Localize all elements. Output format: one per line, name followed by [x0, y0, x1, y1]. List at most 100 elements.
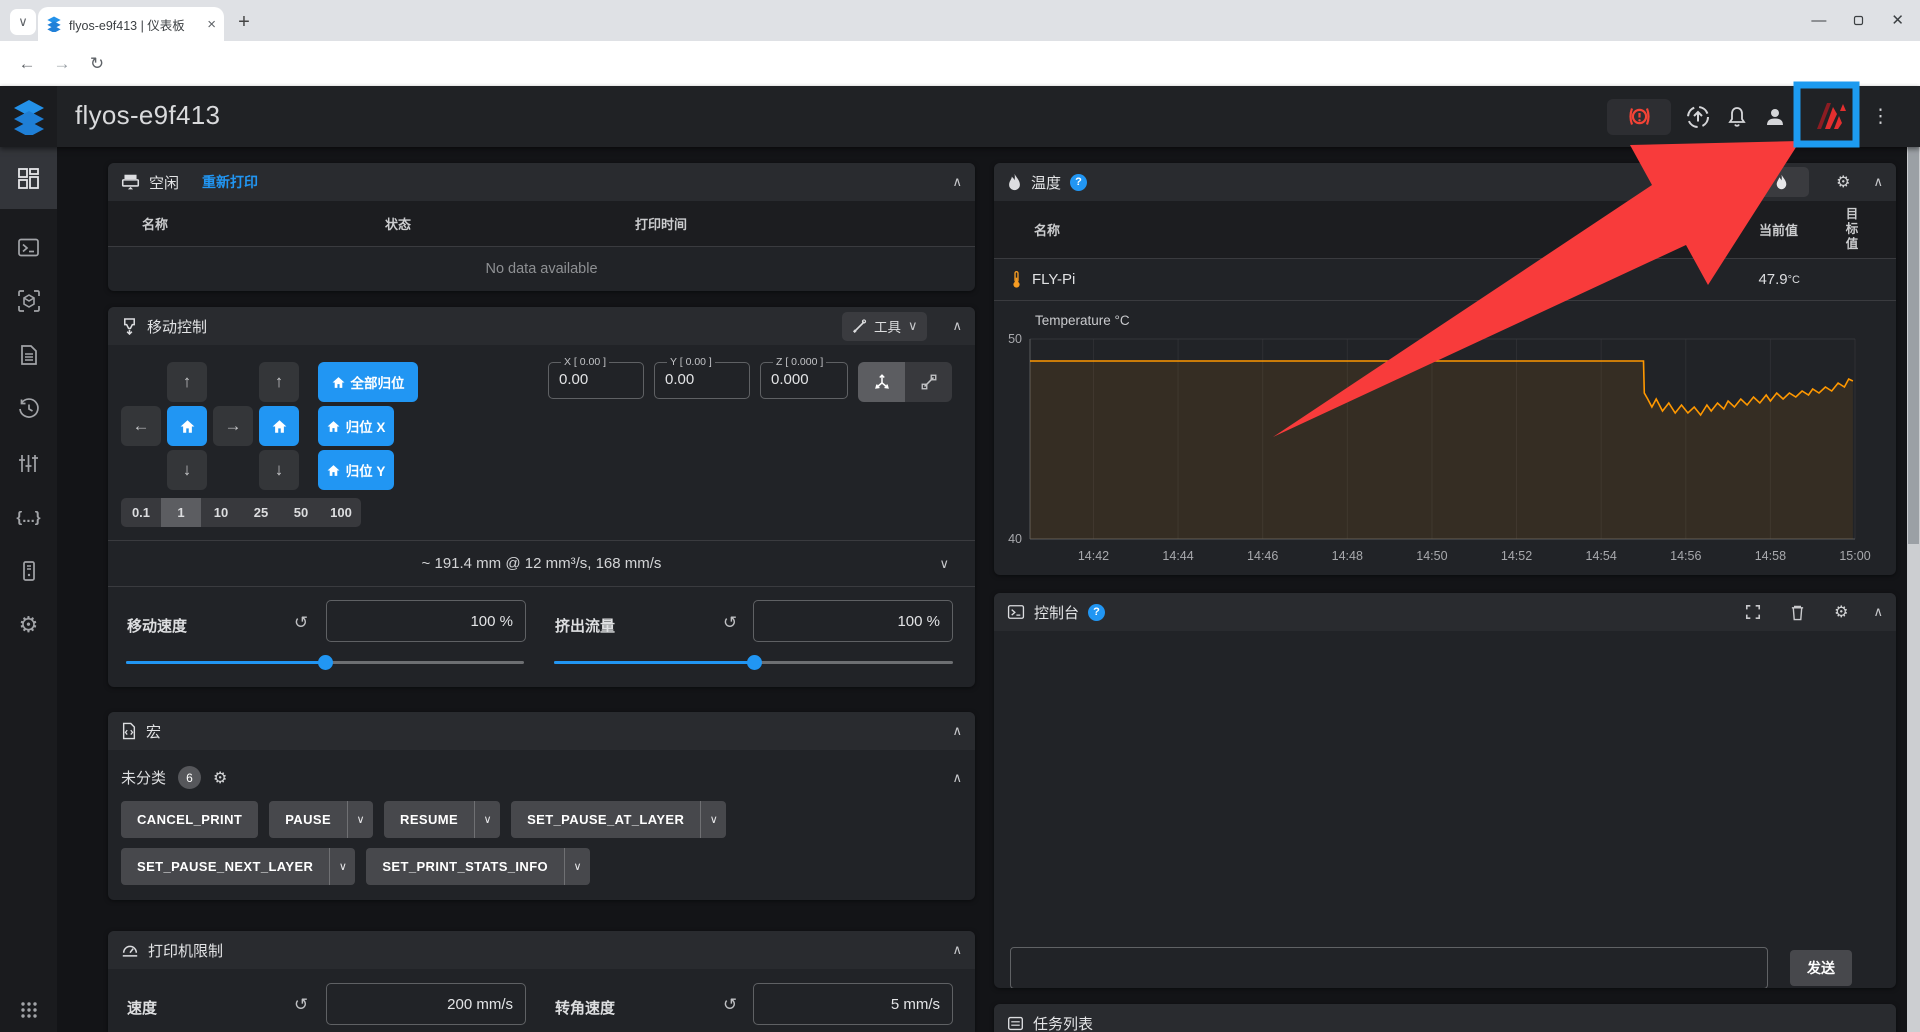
window-maximize-icon[interactable] [1852, 14, 1865, 27]
chevron-down-icon[interactable]: ∨ [700, 801, 726, 838]
svg-text:40: 40 [1008, 532, 1022, 546]
collapse-icon[interactable]: ∧ [952, 318, 962, 334]
sidebar-item-machine[interactable] [0, 543, 57, 599]
collapse-icon[interactable]: ∧ [952, 770, 962, 786]
overflow-menu-icon[interactable]: ⋮ [1871, 105, 1890, 128]
position-z-field[interactable]: Z [ 0.000 ] 0.000 [760, 356, 848, 399]
window-minimize-icon[interactable]: — [1811, 13, 1826, 28]
flame-icon [1007, 173, 1022, 191]
reprint-button[interactable]: 重新打印 [202, 172, 258, 192]
step-1-selected[interactable]: 1 [161, 498, 201, 527]
macro-resume[interactable]: RESUME∨ [384, 801, 500, 838]
home-all-button[interactable]: 全部归位 [318, 362, 418, 402]
temperature-chart[interactable]: 14:4214:4414:4614:4814:5014:5214:5414:56… [994, 303, 1896, 575]
notifications-bell-icon[interactable] [1725, 105, 1749, 129]
sidebar-item-tune[interactable] [0, 435, 57, 491]
update-available-icon[interactable] [1685, 104, 1711, 130]
jog-y-minus-button[interactable]: ↓ [167, 450, 207, 490]
velocity-label: 速度 [127, 997, 157, 1018]
step-0.1[interactable]: 0.1 [121, 498, 161, 527]
home-y-button[interactable]: 归位 Y [318, 450, 394, 490]
tab-search-button[interactable]: ∨ [10, 9, 36, 35]
sidebar-item-gcode-files[interactable] [0, 327, 57, 383]
temperature-panel-title: 温度 [1031, 172, 1061, 193]
home-xy-button[interactable] [167, 406, 207, 446]
jog-y-plus-button[interactable]: ↑ [167, 362, 207, 402]
chevron-down-icon[interactable]: ∨ [474, 801, 500, 838]
macro-pause[interactable]: PAUSE∨ [269, 801, 373, 838]
move-mode-axes-button[interactable] [858, 362, 905, 402]
chevron-down-icon[interactable]: ∨ [939, 556, 949, 572]
jog-x-plus-button[interactable]: → [213, 406, 253, 446]
step-25[interactable]: 25 [241, 498, 281, 527]
collapse-icon[interactable]: ∧ [952, 174, 962, 190]
move-mode-cross-button[interactable] [905, 362, 952, 402]
position-x-field[interactable]: X [ 0.00 ] 0.00 [548, 356, 644, 399]
sidebar-item-machine-config[interactable]: {...} [0, 489, 57, 545]
corner-velocity-reset-icon[interactable]: ↺ [723, 995, 737, 1015]
sidebar-item-settings[interactable]: ⚙ [0, 597, 57, 653]
temp-row-flypi[interactable]: FLY-Pi 47.9 °C [994, 259, 1896, 301]
chevron-down-icon[interactable]: ∨ [347, 801, 373, 838]
collapse-icon[interactable]: ∧ [1873, 604, 1883, 620]
macro-settings-gear-icon[interactable]: ⚙ [213, 768, 227, 788]
chevron-down-icon[interactable]: ∨ [564, 848, 590, 885]
forward-icon[interactable]: → [50, 52, 74, 76]
corner-velocity-input[interactable]: 5 mm/s [753, 983, 953, 1025]
user-account-icon[interactable] [1763, 105, 1787, 129]
browser-tab[interactable]: flyos-e9f413 | 仪表板 × [38, 7, 224, 41]
step-100[interactable]: 100 [321, 498, 361, 527]
home-icon [327, 420, 340, 433]
fullscreen-icon[interactable] [1745, 604, 1761, 620]
emergency-stop-button[interactable] [1607, 99, 1671, 135]
position-y-field[interactable]: Y [ 0.00 ] 0.00 [654, 356, 750, 399]
trash-icon[interactable] [1790, 604, 1805, 621]
console-input[interactable] [1010, 947, 1768, 988]
scrollbar-thumb[interactable] [1908, 104, 1919, 544]
flow-factor-slider[interactable] [554, 655, 953, 670]
chevron-down-icon[interactable]: ∨ [329, 848, 355, 885]
console-output-area[interactable] [994, 631, 1896, 940]
back-icon[interactable]: ← [15, 52, 39, 76]
velocity-input[interactable]: 200 mm/s [326, 983, 526, 1025]
col-current: 当前值 [1708, 220, 1798, 239]
heater-toggle-button[interactable] [1753, 167, 1809, 197]
app-logo[interactable] [0, 86, 57, 147]
jog-x-minus-button[interactable]: ← [121, 406, 161, 446]
tab-close-icon[interactable]: × [207, 17, 216, 32]
fly-theme-logo-button[interactable] [1801, 91, 1857, 143]
velocity-reset-icon[interactable]: ↺ [294, 995, 308, 1015]
sidebar-item-dashboard[interactable] [0, 147, 57, 209]
tools-dropdown-button[interactable]: 工具 ∨ [842, 312, 928, 341]
jog-z-up-button[interactable]: ↑ [259, 362, 299, 402]
jog-z-down-button[interactable]: ↓ [259, 450, 299, 490]
sidebar-item-console[interactable] [0, 219, 57, 275]
new-tab-button[interactable]: + [230, 8, 258, 36]
collapse-icon[interactable]: ∧ [952, 942, 962, 958]
sidebar-item-history[interactable] [0, 381, 57, 437]
window-close-icon[interactable]: ✕ [1891, 13, 1904, 28]
home-x-button[interactable]: 归位 X [318, 406, 394, 446]
home-z-button[interactable] [259, 406, 299, 446]
help-icon[interactable]: ? [1088, 604, 1105, 621]
step-50[interactable]: 50 [281, 498, 321, 527]
macro-set-pause-at-layer[interactable]: SET_PAUSE_AT_LAYER∨ [511, 801, 726, 838]
sidebar-item-gcode-preview[interactable] [0, 273, 57, 329]
speed-factor-input[interactable]: 100 % [326, 600, 526, 642]
flow-factor-input[interactable]: 100 % [753, 600, 953, 642]
macro-cancel-print[interactable]: CANCEL_PRINT [121, 801, 258, 838]
reload-icon[interactable]: ↻ [85, 52, 109, 76]
step-10[interactable]: 10 [201, 498, 241, 527]
speed-reset-icon[interactable]: ↺ [294, 613, 308, 633]
help-icon[interactable]: ? [1070, 174, 1087, 191]
collapse-icon[interactable]: ∧ [952, 723, 962, 739]
macro-set-pause-next-layer[interactable]: SET_PAUSE_NEXT_LAYER∨ [121, 848, 355, 885]
speed-factor-slider[interactable] [126, 655, 524, 670]
collapse-icon[interactable]: ∧ [1873, 174, 1883, 190]
temp-settings-gear-icon[interactable]: ⚙ [1836, 172, 1850, 192]
send-button[interactable]: 发送 [1790, 950, 1852, 986]
console-settings-gear-icon[interactable]: ⚙ [1834, 602, 1848, 622]
macro-set-print-stats-info[interactable]: SET_PRINT_STATS_INFO∨ [366, 848, 590, 885]
sidebar-apps-button[interactable] [0, 987, 57, 1032]
flow-reset-icon[interactable]: ↺ [723, 613, 737, 633]
